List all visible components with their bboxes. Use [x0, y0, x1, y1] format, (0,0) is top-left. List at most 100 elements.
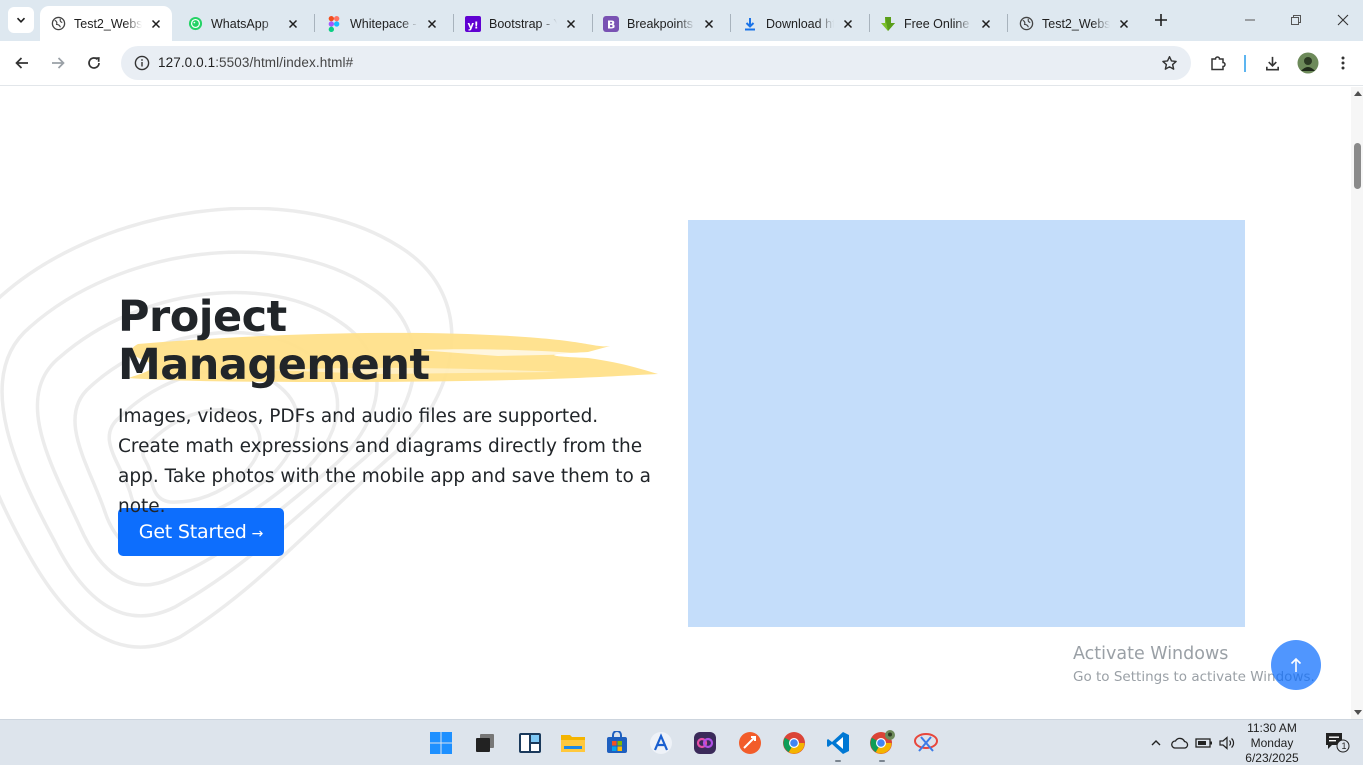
close-icon[interactable] [285, 16, 301, 32]
tab-test2-website[interactable]: Test2_Website [1008, 6, 1140, 41]
file-explorer-icon[interactable] [560, 730, 586, 756]
close-icon[interactable] [148, 16, 164, 32]
close-icon[interactable] [701, 16, 717, 32]
chrome-menu-button[interactable] [1329, 49, 1357, 77]
show-hidden-icons-chevron-up-icon[interactable] [1146, 733, 1166, 753]
swift-app-icon[interactable] [737, 730, 763, 756]
tab-title: Whitepace - Webflow [350, 16, 418, 31]
snipping-icon[interactable] [913, 730, 939, 756]
tab-whitepace[interactable]: Whitepace - Webflow [316, 6, 448, 41]
task-view-icon[interactable] [472, 730, 498, 756]
url-path: :5503/html/index.html# [215, 55, 354, 70]
url-host: 127.0.0.1 [158, 55, 216, 70]
chrome-profile-icon[interactable] [869, 730, 895, 756]
close-window-button[interactable] [1320, 0, 1363, 40]
forward-button[interactable] [44, 49, 72, 77]
clock-day: Monday [1250, 736, 1294, 750]
avatar-icon [1297, 52, 1319, 74]
downloads-button[interactable] [1258, 49, 1286, 77]
tab-title: WhatsApp [211, 16, 269, 31]
tab-title: Breakpoints [627, 16, 694, 31]
arrow-right-icon [52, 57, 65, 69]
hero-description: Images, videos, PDFs and audio files are… [118, 406, 651, 517]
close-icon[interactable] [563, 16, 579, 32]
back-to-top-button[interactable] [1271, 640, 1321, 690]
scroll-up-arrow-icon[interactable] [1354, 91, 1362, 96]
arrow-down-green-icon [880, 16, 896, 32]
tab-title: Test2_Website [1042, 16, 1110, 31]
hero-image-placeholder [688, 220, 1245, 627]
tab-strip: Test2_Website WhatsApp Whitepace - Webfl… [0, 0, 1363, 41]
svg-text:y!: y! [468, 20, 479, 31]
scroll-down-arrow-icon[interactable] [1354, 710, 1362, 715]
puzzle-icon [1211, 56, 1226, 71]
tab-search-button[interactable] [8, 7, 34, 33]
extensions-button[interactable] [1204, 49, 1232, 77]
close-icon[interactable] [1116, 16, 1132, 32]
widgets-icon[interactable] [517, 730, 543, 756]
tab-whatsapp[interactable]: WhatsApp [177, 6, 309, 41]
battery-icon[interactable] [1194, 733, 1214, 753]
clock-time: 11:30 AM [1247, 721, 1297, 735]
get-started-label: Get Started [138, 521, 247, 543]
microsoft-store-icon[interactable] [604, 730, 630, 756]
hero-title-line-2: Management [118, 340, 430, 390]
download-icon [1265, 56, 1279, 70]
more-vertical-icon [1341, 56, 1345, 70]
system-clock[interactable]: 11:30 AM Monday 6/23/2025 [1240, 721, 1304, 766]
close-icon[interactable] [424, 16, 440, 32]
scrollbar-thumb[interactable] [1354, 143, 1361, 189]
minimize-icon [1245, 19, 1255, 21]
bookmark-star-icon[interactable] [1159, 53, 1179, 73]
close-icon[interactable] [840, 16, 856, 32]
page-viewport: Project Management Images, videos, PDFs … [0, 87, 1351, 719]
arrow-left-icon [15, 57, 28, 69]
download-icon [742, 16, 758, 32]
new-tab-button[interactable] [1150, 9, 1172, 31]
close-icon[interactable] [978, 16, 994, 32]
tab-download-html[interactable]: Download html [732, 6, 864, 41]
page-scrollbar[interactable] [1351, 87, 1363, 719]
browser-toolbar: 127.0.0.1:5503/html/index.html# [0, 41, 1363, 86]
copilot-icon[interactable] [692, 730, 718, 756]
whatsapp-icon [187, 16, 203, 32]
profile-avatar[interactable] [1294, 49, 1322, 77]
volume-icon[interactable] [1218, 733, 1238, 753]
notification-count: 1 [1341, 741, 1347, 751]
reload-icon [88, 57, 100, 69]
tab-title: Free Online Video [904, 16, 972, 31]
tab-breakpoints[interactable]: B Breakpoints [593, 6, 725, 41]
tab-test2-website-active[interactable]: Test2_Website [40, 6, 172, 41]
reload-button[interactable] [80, 49, 108, 77]
tab-separator [730, 14, 731, 32]
url-text[interactable]: 127.0.0.1:5503/html/index.html# [158, 55, 353, 70]
onedrive-cloud-icon[interactable] [1170, 733, 1190, 753]
site-info-icon[interactable] [133, 54, 151, 72]
arrow-up-icon [1290, 657, 1302, 672]
chrome-icon[interactable] [781, 730, 807, 756]
minimize-button[interactable] [1227, 0, 1273, 40]
svg-text:B: B [607, 18, 615, 31]
app-icon-a[interactable] [648, 730, 674, 756]
restore-button[interactable] [1273, 0, 1319, 40]
back-button[interactable] [8, 49, 36, 77]
hero-title: Project Management [118, 293, 430, 389]
notification-center-icon[interactable]: 1 [1322, 732, 1352, 753]
close-icon [1337, 14, 1349, 26]
chevron-down-icon [16, 17, 26, 23]
tab-free-online-video[interactable]: Free Online Video [870, 6, 1002, 41]
tab-separator [314, 14, 315, 32]
vscode-icon[interactable] [825, 730, 851, 756]
toolbar-divider [1244, 55, 1246, 72]
tab-title: Download html [766, 16, 834, 31]
globe-icon [1018, 16, 1034, 32]
hero-title-line-1: Project [118, 292, 287, 342]
windows-start-icon[interactable] [428, 730, 454, 756]
bootstrap-icon: B [603, 15, 619, 32]
yahoo-icon: y! [465, 15, 481, 32]
tab-separator [453, 14, 454, 32]
tab-bootstrap-yahoo[interactable]: y! Bootstrap - Yahoo [455, 6, 587, 41]
address-bar[interactable]: 127.0.0.1:5503/html/index.html# [121, 46, 1191, 80]
figma-icon [326, 15, 342, 32]
tab-title: Test2_Website [74, 16, 142, 31]
